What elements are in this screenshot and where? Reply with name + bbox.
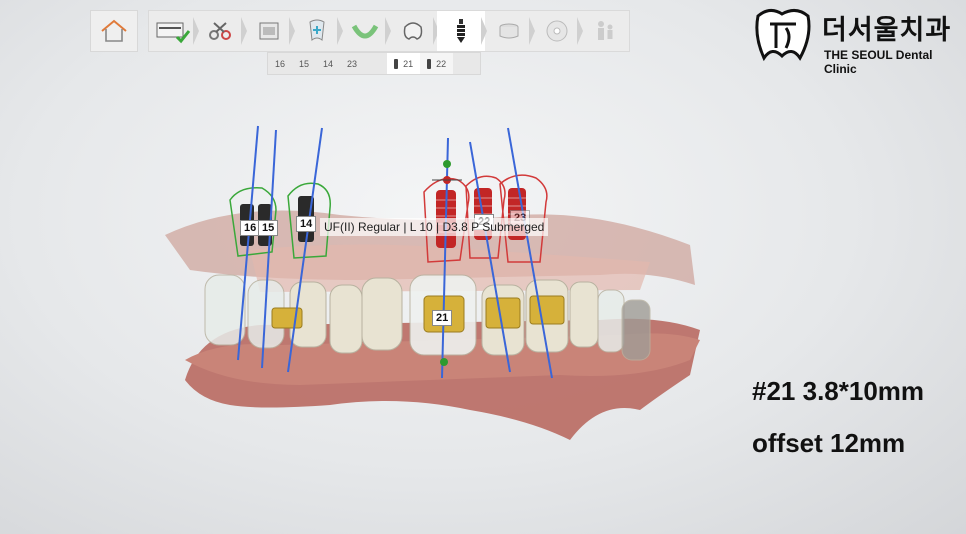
implant-tooltip: UF(II) Regular | L 10 | D3.8 P Submerged xyxy=(320,218,549,236)
implant-label-15[interactable]: 15 xyxy=(258,220,279,236)
annotation-implant-size: #21 3.8*10mm xyxy=(752,376,925,406)
annotation-offset: offset 12mm xyxy=(752,428,906,458)
implant-label-14[interactable]: 14 xyxy=(296,216,317,232)
implant-label-21[interactable]: 21 xyxy=(432,310,453,326)
